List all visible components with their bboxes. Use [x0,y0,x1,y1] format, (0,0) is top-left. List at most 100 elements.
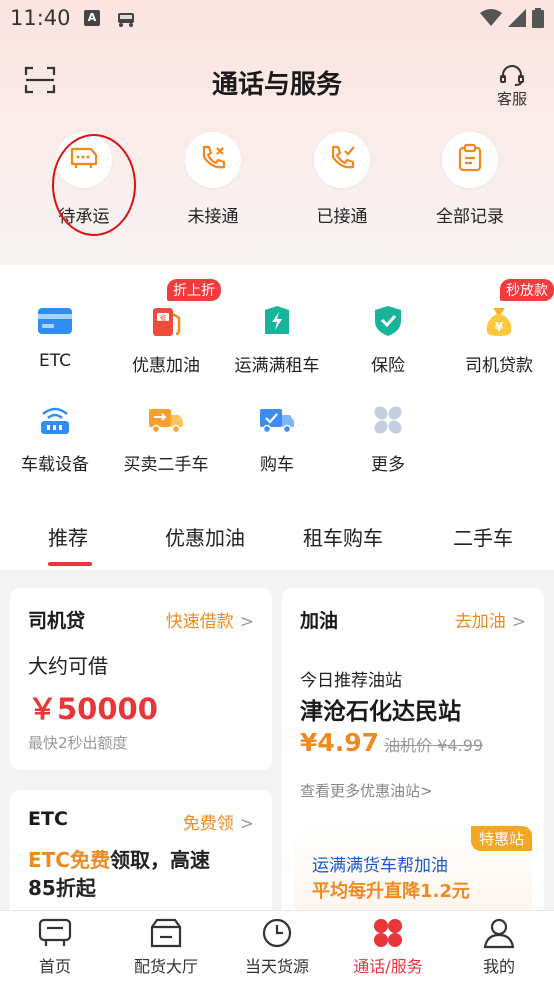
service-label: 优惠加油 [132,356,200,376]
card-title: 司机贷 [28,610,86,632]
service-label: 保险 [371,356,405,376]
nav-label: 首页 [38,957,71,976]
nav-label: 我的 [482,957,515,976]
chevron-right-icon: > [239,612,254,632]
promo-badge: 特惠站 [470,826,532,851]
status-bar: 11:40 A [0,0,554,40]
service-label: 购车 [260,455,294,475]
tab-rent-buy[interactable]: 租车购车 [303,522,383,551]
card-title: ETC [28,808,68,830]
service-label: 车载设备 [21,455,89,475]
page-title: 通话与服务 [211,70,342,100]
fuel-price: ¥4.97 [300,728,380,757]
service-label: ETC [39,351,71,371]
loan-subtitle: 大约可借 [28,654,108,678]
fuel-old-price: 油机价 ¥4.99 [384,736,484,755]
go-fuel-link[interactable]: 去加油 > [455,607,526,632]
page-header: 通话与服务 客服 [0,50,554,110]
fuel-price-row: ¥4.97 油机价 ¥4.99 [300,728,483,757]
box-icon [111,917,221,949]
car-notification-icon [116,10,136,32]
customer-service-label: 客服 [496,90,527,108]
nav-home[interactable]: 首页 [0,917,110,977]
etc-promo-line1: ETC免费领取，高速 [28,844,210,873]
money-bag-icon: ¥ [479,301,519,341]
svg-text:省: 省 [160,313,167,322]
a-notification-icon: A [84,10,100,26]
person-icon [444,917,554,949]
tab-recommend[interactable]: 推荐 [48,522,88,551]
loan-badge: 秒放款 [500,279,554,301]
more-icon [368,400,408,440]
phone-missed-icon [198,143,228,177]
call-item-label: 全部记录 [436,207,504,227]
clock-icon [222,917,332,949]
nav-label: 通话/服务 [353,957,423,976]
fuel-icon: 省 [146,301,186,341]
signal-icon [508,9,526,31]
wifi-icon [480,9,502,31]
more-stations-link[interactable]: 查看更多优惠油站> [300,780,433,801]
fuel-card[interactable]: 加油 去加油 > 今日推荐油站 津沧石化达民站 ¥4.97 油机价 ¥4.99 查… [282,588,544,930]
service-fuel-discount[interactable]: 省 优惠加油 [111,301,221,376]
bottom-navigation: 首页 配货大厅 当天货源 通话/服务 我的 [0,910,554,984]
quick-loan-link[interactable]: 快速借款 > [166,607,254,632]
headset-icon [492,64,532,86]
service-used-truck[interactable]: 买卖二手车 [111,400,221,475]
phone-check-icon [327,143,357,177]
service-label: 买卖二手车 [123,455,209,475]
etc-line1-rest: 领取，高速 [109,848,210,872]
tab-used-truck[interactable]: 二手车 [453,522,513,551]
highlight-annotation [52,134,136,236]
driver-loan-card[interactable]: 司机贷 快速借款 > 大约可借 ￥50000 最快2秒出额度 [10,588,272,770]
call-item-label: 已接通 [316,207,368,227]
svg-text:¥: ¥ [495,320,504,334]
device-icon [35,400,75,440]
station-name: 津沧石化达民站 [300,699,461,725]
customer-service-button[interactable]: 客服 [492,64,532,109]
service-label: 司机贷款 [465,356,533,376]
loan-amount: ￥50000 [28,692,158,726]
clipboard-icon [457,143,483,177]
free-claim-link[interactable]: 免费领 > [183,809,254,834]
service-label: 更多 [371,455,405,475]
service-driver-loan[interactable]: ¥ 司机贷款 [444,301,554,376]
promo-line2: 平均每升直降1.2元 [312,881,470,902]
active-tab-indicator [48,562,92,566]
nav-label: 当天货源 [244,957,309,976]
promo-line1: 运满满货车帮加油 [312,856,448,876]
etc-card-icon [35,301,75,341]
nav-today-cargo[interactable]: 当天货源 [222,917,332,977]
call-item-label: 未接通 [187,207,239,227]
service-etc[interactable]: ETC [0,301,110,371]
nav-cargo-hall[interactable]: 配货大厅 [111,917,221,977]
chevron-right-icon: > [511,612,526,632]
service-insurance[interactable]: 保险 [333,301,443,376]
used-truck-icon [146,400,186,440]
call-item-missed[interactable]: 未接通 [158,130,268,227]
etc-card[interactable]: ETC 免费领 > ETC免费领取，高速 85折起 [10,790,272,930]
fuel-discount-badge: 折上折 [167,279,221,301]
service-buy-truck[interactable]: 购车 [222,400,332,475]
battery-icon [532,8,544,32]
call-icon-circle [185,132,241,188]
service-more[interactable]: 更多 [333,400,443,475]
shield-icon [368,301,408,341]
service-vehicle-device[interactable]: 车载设备 [0,400,110,475]
home-truck-icon [0,917,110,949]
buy-truck-icon [257,400,297,440]
call-item-all-records[interactable]: 全部记录 [415,130,525,227]
etc-promo-line2: 85折起 [28,876,96,900]
nav-calls-service[interactable]: 通话/服务 [333,917,443,977]
content-tabs: 推荐 优惠加油 租车购车 二手车 [0,500,554,570]
service-rental[interactable]: 运满满租车 [222,301,332,376]
card-title: 加油 [300,610,339,632]
service-label: 运满满租车 [234,356,320,376]
tab-fuel-discount[interactable]: 优惠加油 [165,522,245,551]
service-petals-icon [333,917,443,949]
call-item-connected[interactable]: 已接通 [287,130,397,227]
call-icon-circle [314,132,370,188]
status-time: 11:40 [10,6,71,30]
loan-note: 最快2秒出额度 [28,734,128,752]
nav-mine[interactable]: 我的 [444,917,554,977]
